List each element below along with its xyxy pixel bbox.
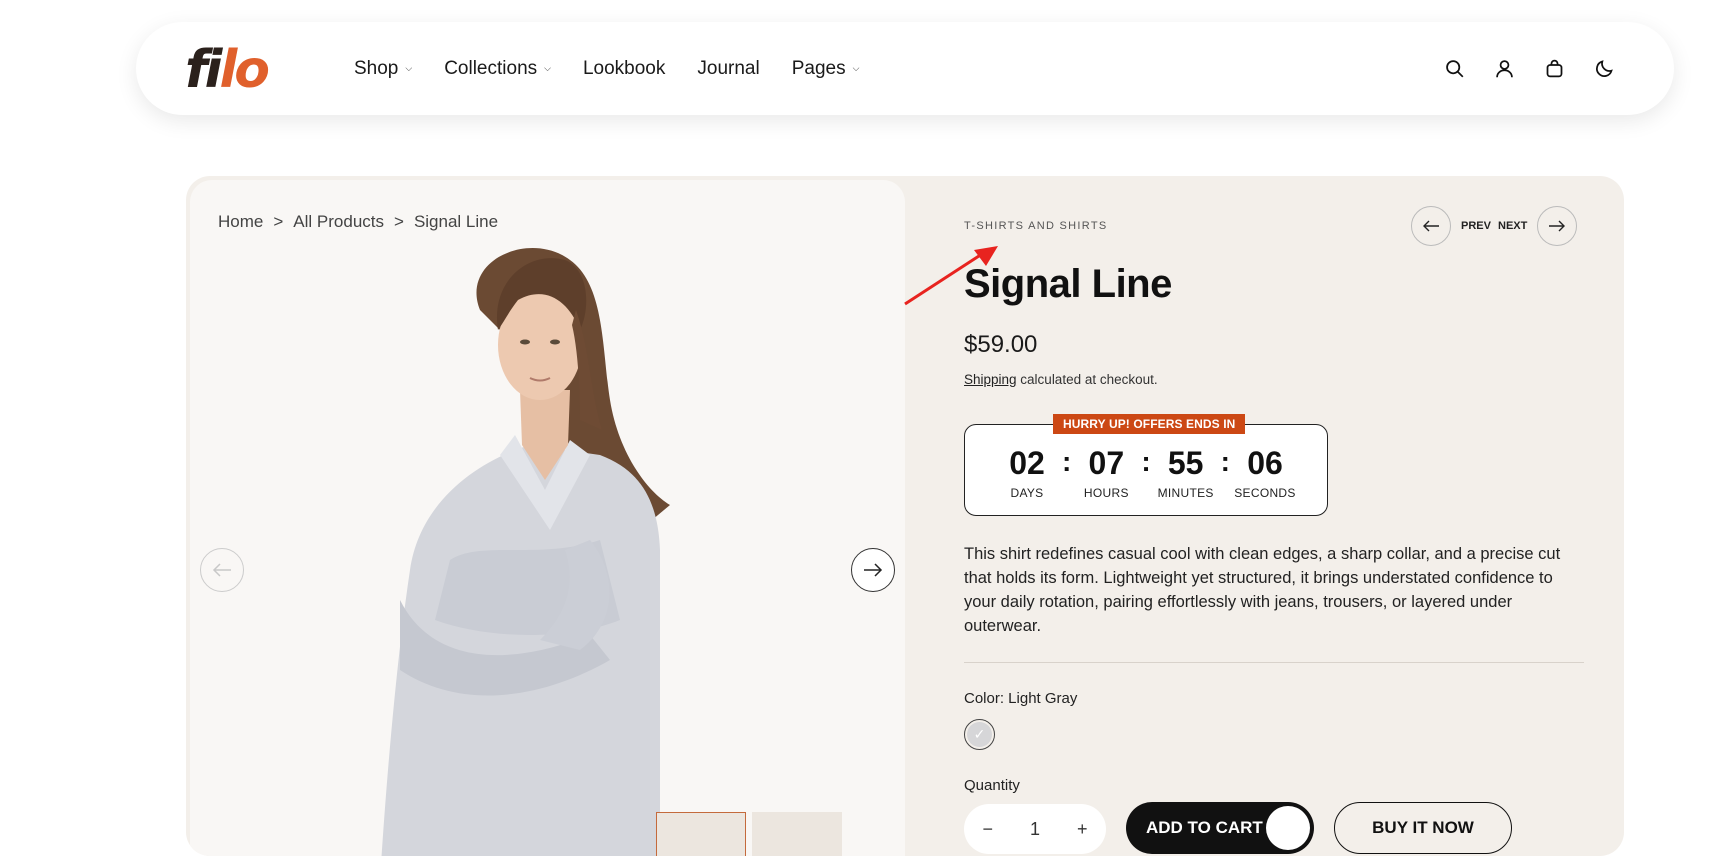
nav-item-shop[interactable]: Shop ⌵	[354, 58, 412, 80]
dark-mode-icon[interactable]	[1592, 57, 1616, 81]
gallery-thumbnails	[656, 812, 848, 856]
arrow-right-icon	[1537, 206, 1578, 246]
product-category[interactable]: T-SHIRTS AND SHIRTS	[964, 220, 1107, 232]
nav-item-lookbook[interactable]: Lookbook	[583, 58, 665, 80]
breadcrumb-home[interactable]: Home	[218, 212, 263, 232]
next-label: NEXT	[1498, 220, 1528, 232]
cart-icon[interactable]	[1542, 57, 1566, 81]
bag-icon	[1266, 806, 1310, 850]
minus-icon[interactable]: −	[982, 819, 993, 840]
next-product[interactable]: NEXT	[1498, 206, 1578, 246]
breadcrumb-current: Signal Line	[413, 212, 499, 231]
site-header: filo Shop ⌵ Collections ⌵ Lookbook Journal…	[136, 22, 1674, 115]
countdown-separator: :	[1141, 446, 1151, 477]
quantity-label: Quantity	[964, 777, 1020, 794]
divider	[964, 662, 1584, 663]
product-gallery: Home > All Products > Signal Line	[190, 180, 905, 856]
countdown-seconds: 06 SECONDS	[1234, 445, 1296, 500]
quantity-stepper: − 1 +	[964, 804, 1106, 854]
arrow-left-icon	[1411, 206, 1451, 246]
countdown-separator: :	[1062, 446, 1072, 477]
breadcrumb-separator: >	[273, 212, 284, 231]
header-actions	[1416, 22, 1616, 115]
countdown-minutes: 55 MINUTES	[1157, 445, 1214, 500]
shipping-note: Shipping calculated at checkout.	[964, 372, 1158, 387]
account-icon[interactable]	[1492, 57, 1516, 81]
gallery-prev-button[interactable]	[200, 548, 244, 592]
annotation-arrow-icon	[904, 246, 998, 306]
search-icon[interactable]	[1442, 57, 1466, 81]
nav-item-journal[interactable]: Journal	[697, 58, 759, 80]
color-swatch-light-gray[interactable]: ✓	[964, 719, 995, 750]
countdown-banner: HURRY UP! OFFERS ENDS IN	[1053, 414, 1246, 434]
buy-now-button[interactable]: BUY IT NOW	[1334, 802, 1512, 854]
breadcrumb: Home > All Products > Signal Line	[218, 212, 508, 232]
thumbnail-2[interactable]	[752, 812, 842, 856]
quantity-value[interactable]: 1	[1030, 819, 1040, 840]
countdown-days: 02 DAYS	[1009, 445, 1045, 500]
product-image	[381, 248, 670, 856]
logo[interactable]: filo	[185, 42, 270, 98]
main-nav: Shop ⌵ Collections ⌵ Lookbook Journal Page…	[354, 22, 891, 115]
nav-item-pages[interactable]: Pages ⌵	[792, 58, 860, 80]
product-description: This shirt redefines casual cool with cl…	[964, 545, 1561, 635]
check-icon: ✓	[973, 726, 986, 742]
countdown-timer: HURRY UP! OFFERS ENDS IN 02 DAYS : 07 HOUR…	[964, 414, 1328, 516]
chevron-down-icon: ⌵	[544, 63, 551, 73]
countdown-separator: :	[1220, 446, 1230, 477]
chevron-down-icon: ⌵	[852, 63, 860, 73]
breadcrumb-separator: >	[394, 212, 404, 231]
prev-product[interactable]: PREV	[1411, 206, 1491, 246]
thumbnail-1[interactable]	[656, 812, 746, 856]
chevron-down-icon: ⌵	[405, 63, 413, 73]
shipping-link[interactable]: Shipping	[964, 372, 1017, 387]
countdown-hours: 07 HOURS	[1083, 445, 1129, 500]
nav-item-collections[interactable]: Collections ⌵	[444, 58, 551, 80]
gallery-next-button[interactable]	[851, 548, 895, 592]
product-price: $59.00	[964, 331, 1038, 358]
breadcrumb-all-products[interactable]: All Products	[293, 212, 384, 232]
prev-label: PREV	[1461, 220, 1491, 232]
color-label: Color: Light Gray	[964, 690, 1078, 707]
add-to-cart-button[interactable]: ADD TO CART	[1126, 802, 1314, 854]
plus-icon[interactable]: +	[1077, 819, 1088, 840]
